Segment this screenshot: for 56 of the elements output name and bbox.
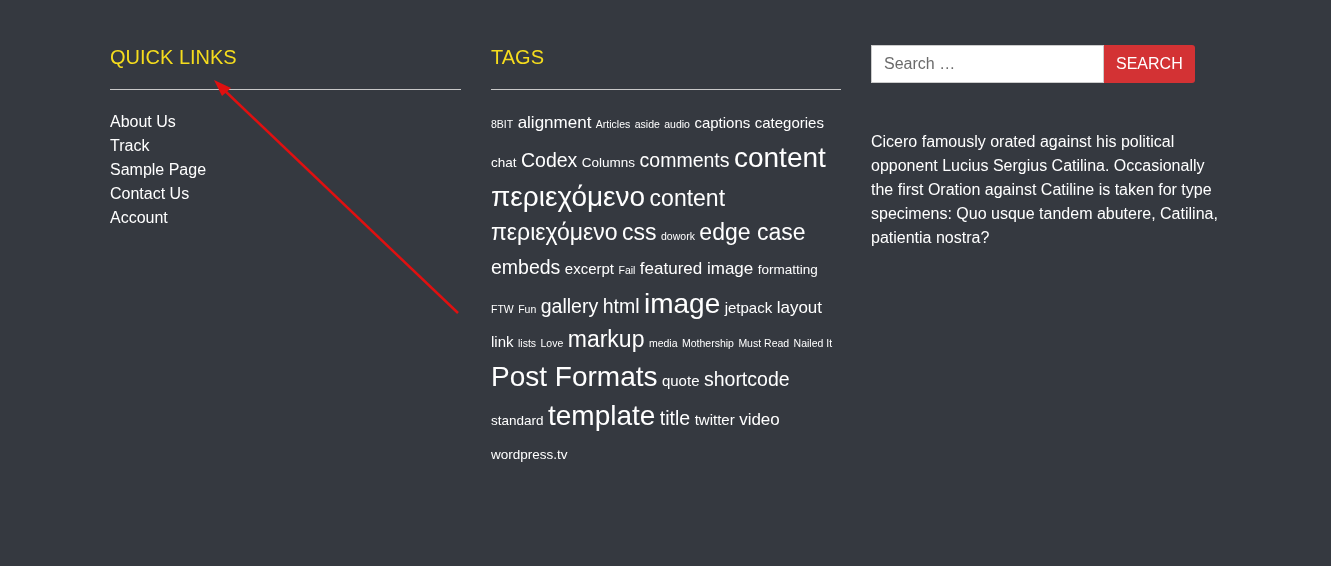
tag-link[interactable]: edge case	[699, 219, 806, 245]
footer-link[interactable]: Contact Us	[110, 182, 190, 206]
tag-link[interactable]: Fail	[618, 264, 636, 276]
tag-link[interactable]: embeds	[491, 256, 561, 278]
footer-link[interactable]: Sample Page	[110, 158, 207, 182]
tag-link[interactable]: content	[649, 185, 726, 211]
tag-link[interactable]: jetpack	[724, 299, 773, 316]
tag-link[interactable]: gallery	[540, 295, 599, 317]
tag-link[interactable]: captions	[694, 114, 751, 131]
tag-link[interactable]: layout	[776, 298, 823, 317]
paragraph: Cicero famously orated against his political opponent Lucius Sergius Catilina. Occasionally the first Oration against Catiline is taken for type specimens: Quo usque tandem abutere, Catilina, patientia nostra?	[871, 132, 1219, 248]
tag-link[interactable]: lists	[517, 337, 537, 349]
tag-link[interactable]: FTW	[491, 303, 514, 315]
tag-link[interactable]: categories	[754, 114, 824, 131]
tag-link[interactable]: περιεχόμενο	[491, 181, 646, 212]
tag-link[interactable]: 8BIT	[491, 118, 514, 130]
tag-link[interactable]: markup	[567, 326, 645, 352]
tag-link[interactable]: quote	[661, 372, 700, 389]
tag-link[interactable]: Codex	[521, 149, 578, 171]
tag-link[interactable]: Fun	[518, 303, 537, 315]
tag-link[interactable]: twitter	[694, 411, 735, 428]
tag-link[interactable]: media	[648, 337, 678, 349]
tag-link[interactable]: Must Read	[738, 337, 790, 349]
tag-link[interactable]: shortcode	[703, 368, 790, 390]
tag-link[interactable]: aside	[634, 118, 660, 130]
tag-link[interactable]: link	[491, 333, 514, 350]
tag-link[interactable]: wordpress.tv	[491, 447, 568, 462]
tag-link[interactable]: Post Formats	[491, 361, 658, 392]
tag-link[interactable]: dowork	[661, 230, 695, 242]
tag-link[interactable]: featured image	[639, 259, 754, 278]
tag-link[interactable]: template	[548, 400, 656, 431]
tag-link[interactable]: css	[622, 219, 657, 245]
tag-link[interactable]: Nailed It	[793, 337, 833, 349]
search-field[interactable]: Search …	[871, 45, 1104, 83]
search-button[interactable]: SEARCH	[1104, 45, 1195, 83]
tag-link[interactable]: video	[739, 410, 780, 429]
tag-link[interactable]: content	[733, 142, 826, 173]
footer-link[interactable]: Track	[110, 134, 150, 158]
tag-link[interactable]: Mothership	[681, 337, 734, 349]
tag-link[interactable]: Columns	[581, 155, 636, 170]
tag-link[interactable]: excerpt	[564, 260, 615, 277]
tag-link[interactable]: title	[659, 407, 691, 429]
footer-link[interactable]: Account	[110, 206, 168, 230]
tag-link[interactable]: standard	[491, 413, 544, 428]
tag-link[interactable]: chat	[491, 155, 517, 170]
tag-link[interactable]: image	[643, 288, 721, 319]
tag-link[interactable]: comments	[639, 149, 730, 171]
tag-link[interactable]: alignment	[517, 113, 592, 132]
footer-link[interactable]: About Us	[110, 110, 176, 134]
tag-link[interactable]: html	[602, 295, 640, 317]
tag-link[interactable]: Love	[540, 337, 564, 349]
section-heading: TAGS	[491, 44, 841, 90]
tag-link[interactable]: audio	[664, 118, 690, 130]
tag-link[interactable]: Articles	[595, 118, 631, 130]
tag-link[interactable]: περιεχόμενο	[491, 219, 618, 245]
tag-link[interactable]: formatting	[757, 262, 818, 277]
